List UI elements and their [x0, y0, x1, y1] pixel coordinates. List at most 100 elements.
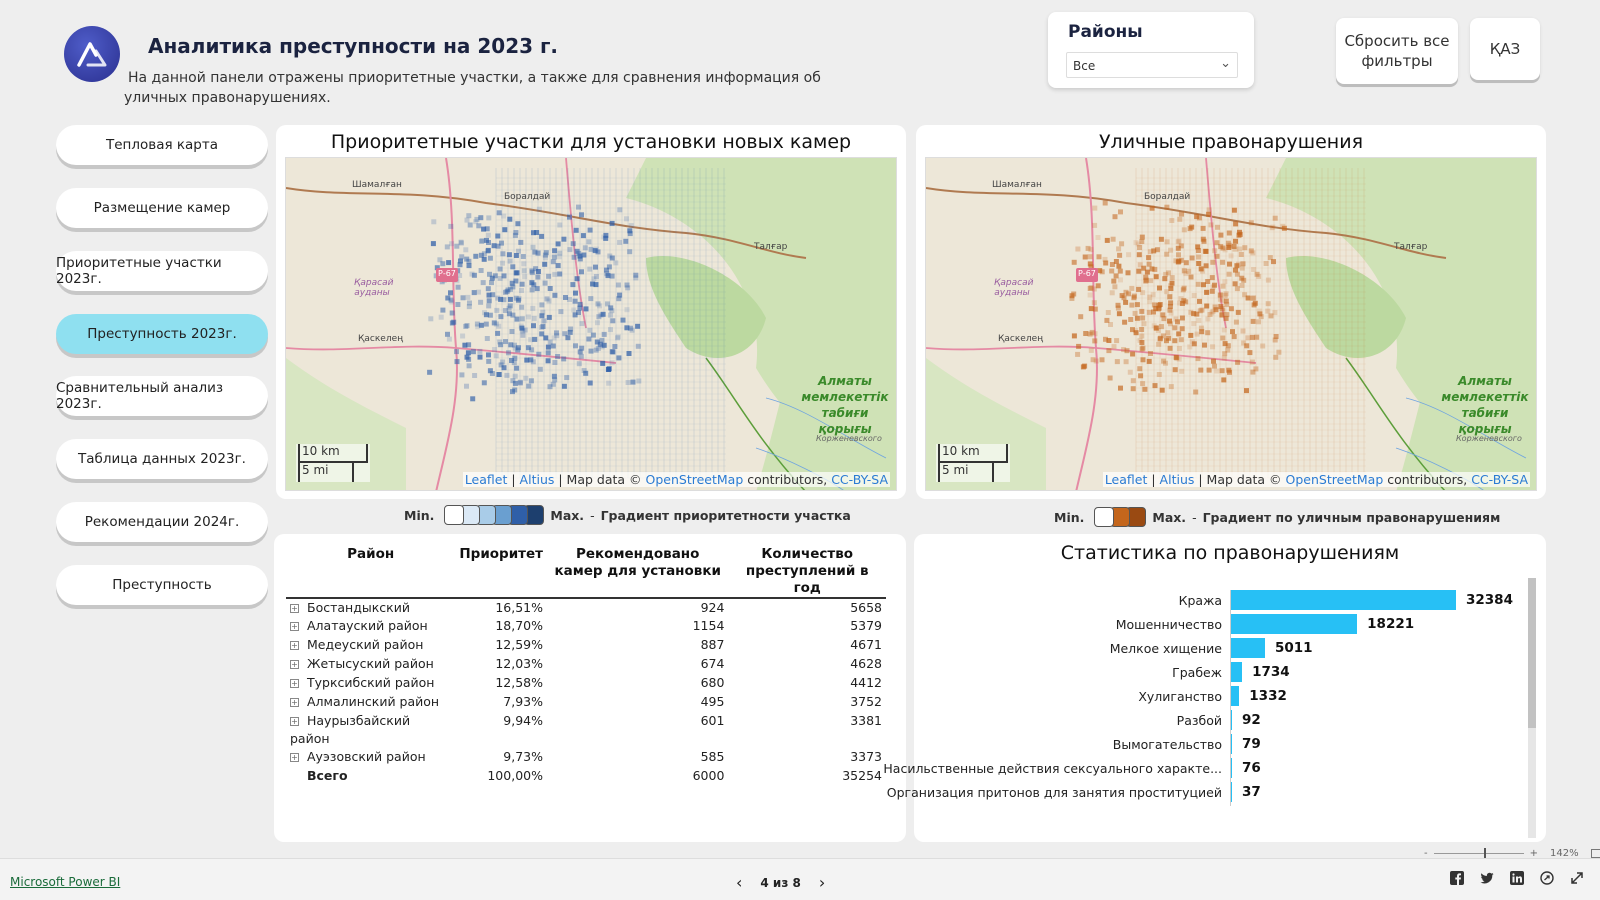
district-name: Алатауский район [307, 618, 428, 633]
table-row[interactable]: + Медеуский район 12,59% 887 4671 [286, 636, 886, 655]
bar[interactable] [1230, 662, 1243, 682]
fit-page-icon[interactable] [1590, 849, 1600, 858]
district-select-value: Все [1073, 59, 1096, 73]
nav-button-7[interactable]: Рекомендации 2024г. [56, 502, 268, 542]
bar[interactable] [1230, 638, 1265, 658]
legend-max-label: Max. [1152, 509, 1187, 525]
bar[interactable] [1230, 590, 1456, 610]
chart-scrollbar[interactable] [1528, 578, 1536, 838]
twitter-icon[interactable] [1480, 871, 1494, 885]
nav-button-8[interactable]: Преступность [56, 565, 268, 605]
col-header-priority[interactable]: Приоритет [455, 546, 547, 598]
bar-value-label: 1734 [1252, 664, 1290, 680]
cell-district: + Алатауский район [286, 617, 455, 636]
altius-link[interactable]: Altius [520, 472, 555, 487]
bar-value-label: 18221 [1367, 616, 1415, 632]
osm-link[interactable]: OpenStreetMap [1286, 472, 1384, 487]
license-link[interactable]: CC-BY-SA [831, 472, 888, 487]
expand-icon[interactable]: + [290, 604, 299, 613]
bar[interactable] [1230, 614, 1358, 634]
nav-button-label: Сравнительный анализ 2023г. [56, 380, 224, 412]
nav-button-3[interactable]: Приоритетные участки 2023г. [56, 251, 268, 291]
logo-icon [77, 42, 107, 67]
bar-value-label: 37 [1242, 784, 1261, 800]
district-select[interactable]: Все ⌄ [1066, 52, 1238, 78]
nav-button-6[interactable]: Таблица данных 2023г. [56, 439, 268, 479]
nav-button-2[interactable]: Размещение камер [56, 188, 268, 228]
osm-link[interactable]: OpenStreetMap [646, 472, 744, 487]
leaflet-link[interactable]: Leaflet [1105, 472, 1148, 487]
next-page-icon[interactable]: › [819, 873, 825, 892]
bar-label: Вымогательство [1112, 737, 1222, 752]
cell-priority: 16,51% [495, 600, 543, 615]
nav-button-5[interactable]: Сравнительный анализ 2023г. [56, 376, 268, 416]
map-label-boraldai: Боралдай [504, 192, 551, 202]
map-canvas[interactable] [286, 158, 897, 491]
language-toggle-button[interactable]: ҚАЗ [1470, 18, 1540, 80]
legend-swatches [1094, 507, 1147, 527]
powerbi-link[interactable]: Microsoft Power BI [10, 875, 120, 889]
nav-button-label: Преступность [112, 577, 212, 593]
table-row[interactable]: + Турксибский район 12,58% 680 4412 [286, 674, 886, 693]
bar-label: Мелкое хищение [1109, 641, 1222, 656]
bar-label: Грабеж [1172, 665, 1222, 680]
nav-button-label: Размещение камер [93, 200, 231, 216]
cell-district: + Алмалинский район [286, 693, 455, 712]
table-row[interactable]: + Наурызбайский район 9,94% 601 3381 [286, 712, 886, 748]
cell-cameras: 887 [700, 637, 725, 652]
fullscreen-icon[interactable] [1570, 871, 1584, 885]
cell-crimes: 3381 [850, 713, 882, 728]
cell-district: + Медеуский район [286, 636, 455, 655]
expand-icon[interactable]: + [290, 641, 299, 650]
col-header-cameras[interactable]: Рекомендовано камер для установки [547, 546, 728, 598]
prev-page-icon[interactable]: ‹ [736, 873, 742, 892]
map-attribution: Leaflet | Altius | Map data © OpenStreet… [462, 472, 890, 487]
share-icon[interactable] [1540, 871, 1554, 885]
expand-icon[interactable]: + [290, 622, 299, 631]
offence-stats-panel: Статистика по правонарушениям Кража 32384… [883, 534, 1546, 842]
table-row[interactable]: + Алатауский район 18,70% 1154 5379 [286, 617, 886, 636]
altius-link[interactable]: Altius [1160, 472, 1195, 487]
col-header-district[interactable]: Район [286, 546, 455, 598]
expand-icon[interactable]: + [290, 753, 299, 762]
zoom-slider[interactable] [1433, 848, 1524, 859]
nav-button-4[interactable]: Преступность 2023г. [56, 314, 268, 354]
license-link[interactable]: CC-BY-SA [1471, 472, 1528, 487]
expand-icon[interactable]: + [290, 660, 299, 669]
col-header-crimes[interactable]: Количество преступлений в год [728, 546, 886, 598]
bar-label: Хулиганство [1138, 689, 1222, 704]
attribution-sep: | [507, 472, 520, 487]
legend-min-label: Min. [1054, 509, 1085, 525]
expand-icon[interactable]: + [290, 679, 299, 688]
street-offences-map[interactable]: Шамалған Боралдай Талғар Қарасай ауданы Р-67… [925, 157, 1537, 491]
bar[interactable] [1230, 686, 1240, 706]
scale-mi: 5 mi [298, 463, 354, 482]
linkedin-icon[interactable] [1510, 871, 1524, 885]
map-label-kaskelen: Қаскелең [358, 334, 404, 344]
map-label-talgar: Талғар [1394, 242, 1428, 252]
priority-map[interactable]: Шамалған Боралдай Талғар Қарасай ауданы Р-67… [285, 157, 897, 491]
table-row[interactable]: + Жетысуский район 12,03% 674 4628 [286, 655, 886, 674]
page-title: Аналитика преступности на 2023 г. [148, 34, 559, 58]
map-label-reserve: Алматы мемлекеттік табиғи қорығы [801, 374, 889, 436]
table-row[interactable]: + Алмалинский район 7,93% 495 3752 [286, 693, 886, 712]
priority-gradient-legend: Min. Max. - Градиент приоритетности учас… [404, 505, 851, 525]
chart-scrollbar-thumb[interactable] [1528, 578, 1536, 728]
attribution-contributors: contributors, [743, 472, 832, 487]
legend-max-label: Max. [550, 507, 585, 523]
expand-icon[interactable]: + [290, 717, 299, 726]
facebook-icon[interactable] [1450, 871, 1464, 885]
district-table: Район Приоритет Рекомендовано камер для … [286, 546, 886, 786]
leaflet-link[interactable]: Leaflet [465, 472, 508, 487]
legend-dash: - [590, 507, 595, 523]
bar-value-label: 79 [1242, 736, 1261, 752]
table-row[interactable]: + Ауэзовский район 9,73% 585 3373 [286, 748, 886, 767]
table-row[interactable]: + Бостандыкский 16,51% 924 5658 [286, 598, 886, 617]
map-canvas[interactable] [926, 158, 1537, 491]
map-label-kaskelen: Қаскелең [998, 334, 1044, 344]
reset-filters-button[interactable]: Сбросить все фильтры [1336, 18, 1458, 84]
expand-icon[interactable]: + [290, 698, 299, 707]
nav-button-1[interactable]: Тепловая карта [56, 125, 268, 165]
bar-value-label: 32384 [1466, 592, 1513, 608]
cell-district: + Бостандыкский [286, 598, 455, 617]
